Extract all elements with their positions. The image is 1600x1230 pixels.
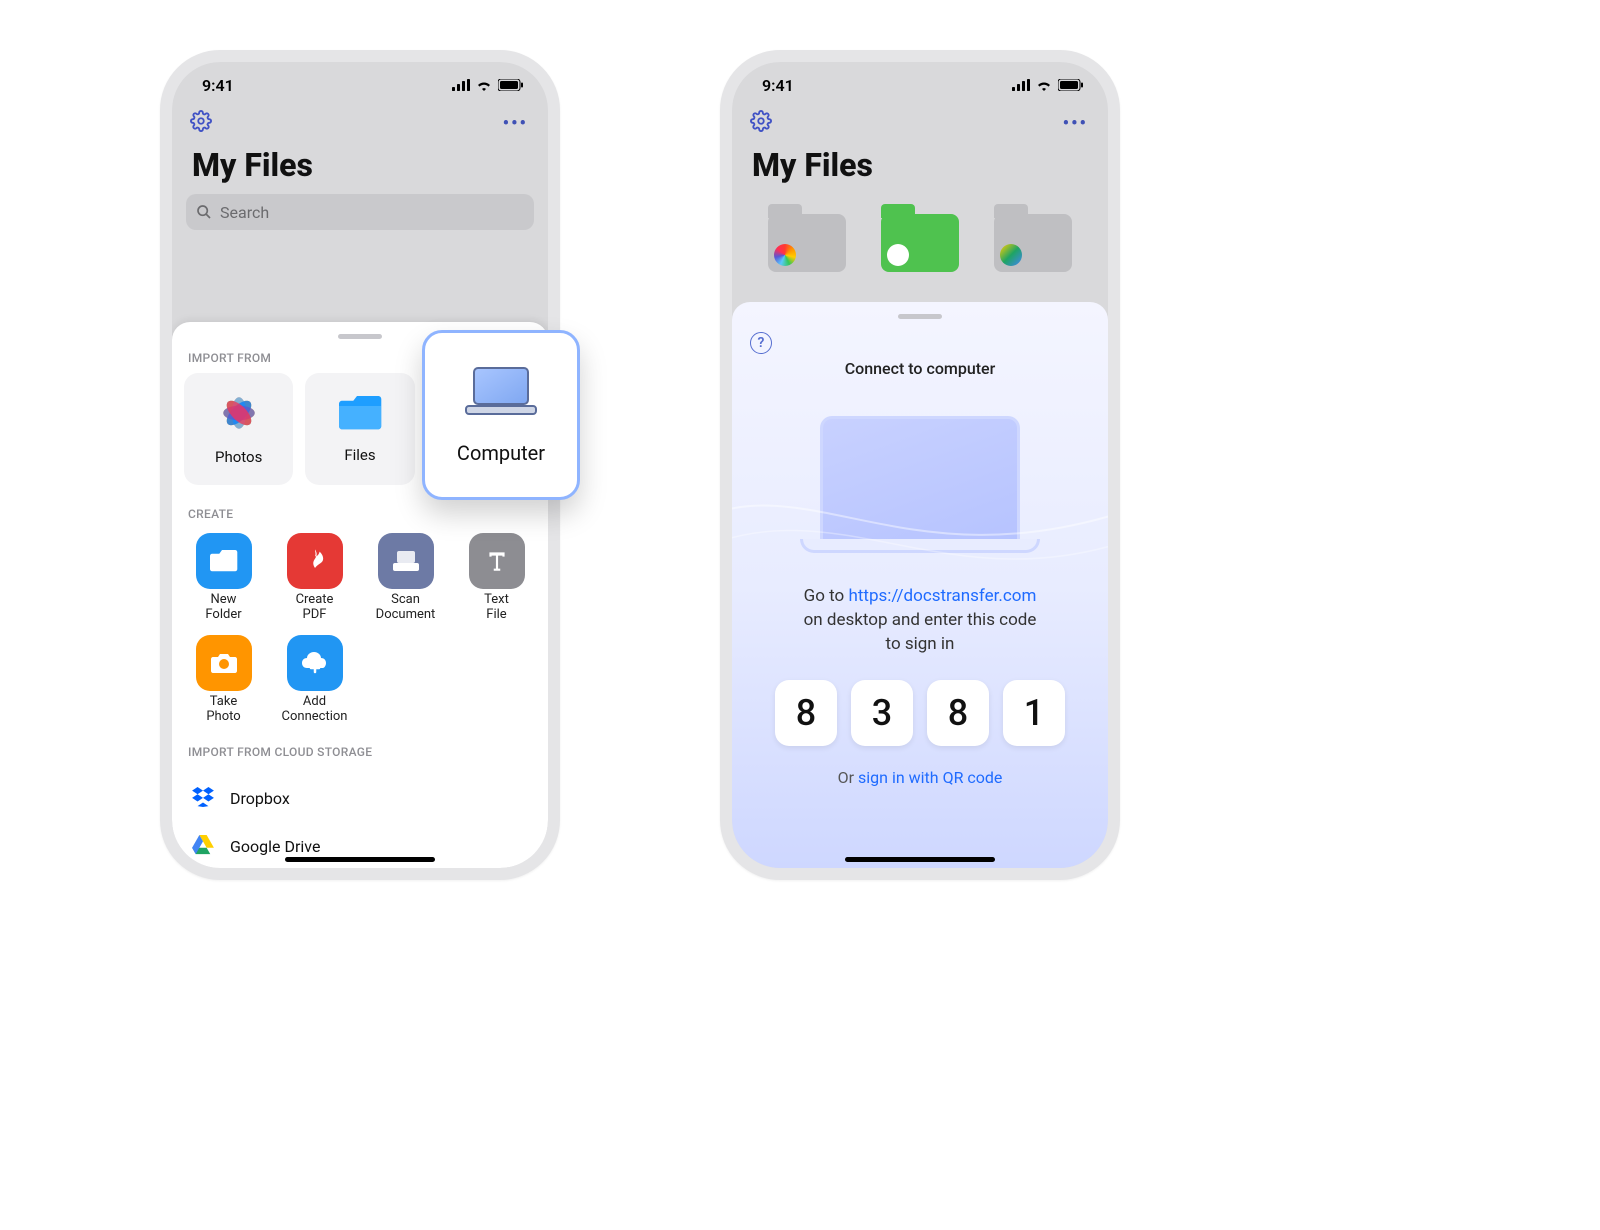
cellular-icon: [1012, 79, 1030, 91]
code-digit: 8: [775, 680, 837, 746]
status-time: 9:41: [202, 76, 234, 95]
create-label: Add Connection: [282, 695, 348, 725]
folder-icon[interactable]: [881, 214, 959, 272]
scanner-icon: [378, 533, 434, 589]
connect-title: Connect to computer: [750, 331, 1090, 378]
import-card-label: Computer: [457, 441, 545, 465]
cloud-label: Dropbox: [230, 789, 290, 808]
help-icon[interactable]: ?: [750, 332, 772, 354]
settings-icon[interactable]: [190, 110, 212, 136]
connect-sheet: ? Connect to computer Go to https://docs…: [732, 302, 1108, 868]
create-label: Text File: [484, 593, 509, 623]
cloud-label: Google Drive: [230, 837, 320, 856]
cellular-icon: [452, 79, 470, 91]
folder-icon[interactable]: [768, 214, 846, 272]
status-bar: 9:41: [732, 62, 1108, 108]
import-card-label: Files: [344, 446, 375, 464]
search-icon: [196, 204, 212, 220]
create-pdf[interactable]: Create PDF: [275, 533, 354, 623]
create-text-file[interactable]: Text File: [457, 533, 536, 623]
home-indicator[interactable]: [845, 857, 995, 862]
wifi-icon: [1036, 79, 1052, 91]
sheet-grabber[interactable]: [338, 334, 382, 339]
search-placeholder: Search: [220, 203, 269, 222]
status-time: 9:41: [762, 76, 794, 95]
wifi-icon: [476, 79, 492, 91]
sheet-grabber[interactable]: [898, 314, 942, 319]
home-indicator[interactable]: [285, 857, 435, 862]
docstransfer-link[interactable]: https://docstransfer.com: [848, 586, 1036, 606]
create-new-folder[interactable]: New Folder: [184, 533, 263, 623]
create-label: Create PDF: [296, 593, 334, 623]
files-folder-icon: [337, 394, 383, 436]
create-take-photo[interactable]: Take Photo: [184, 635, 263, 725]
cloud-dropbox[interactable]: Dropbox: [188, 775, 532, 823]
new-folder-icon: [196, 533, 252, 589]
folders-preview: [732, 194, 1108, 272]
import-photos-card[interactable]: Photos: [184, 373, 293, 485]
import-files-card[interactable]: Files: [305, 373, 414, 485]
text-icon: [469, 533, 525, 589]
dropbox-icon: [192, 787, 214, 811]
photos-icon: [218, 392, 260, 438]
search-input[interactable]: Search: [186, 194, 534, 230]
import-card-label: Photos: [215, 448, 262, 466]
code-digit: 8: [927, 680, 989, 746]
status-bar: 9:41: [172, 62, 548, 108]
code-digit: 3: [851, 680, 913, 746]
page-title: My Files: [172, 136, 548, 194]
create-label: Take Photo: [206, 695, 240, 725]
cloud-plus-icon: [287, 635, 343, 691]
laptop-icon: [464, 366, 538, 423]
more-icon[interactable]: •••: [503, 113, 528, 134]
camera-icon: [196, 635, 252, 691]
code-digit: 1: [1003, 680, 1065, 746]
pdf-icon: [287, 533, 343, 589]
create-scan-document[interactable]: Scan Document: [366, 533, 445, 623]
cloud-section-label: IMPORT FROM CLOUD STORAGE: [184, 725, 536, 767]
google-drive-icon: [192, 835, 214, 859]
more-icon[interactable]: •••: [1063, 113, 1088, 134]
battery-icon: [498, 79, 524, 91]
import-computer-card-highlighted[interactable]: Computer: [422, 330, 580, 500]
qr-signin-link[interactable]: sign in with QR code: [858, 768, 1002, 787]
phone-right: 9:41: [720, 50, 1120, 880]
page-title: My Files: [732, 136, 1108, 194]
settings-icon[interactable]: [750, 110, 772, 136]
folder-icon[interactable]: [994, 214, 1072, 272]
create-add-connection[interactable]: Add Connection: [275, 635, 354, 725]
battery-icon: [1058, 79, 1084, 91]
create-label: New Folder: [205, 593, 241, 623]
alt-prefix: Or: [838, 768, 858, 787]
background-wave: [732, 462, 1108, 582]
create-label: Scan Document: [376, 593, 436, 623]
connect-code: 8 3 8 1: [750, 656, 1090, 746]
